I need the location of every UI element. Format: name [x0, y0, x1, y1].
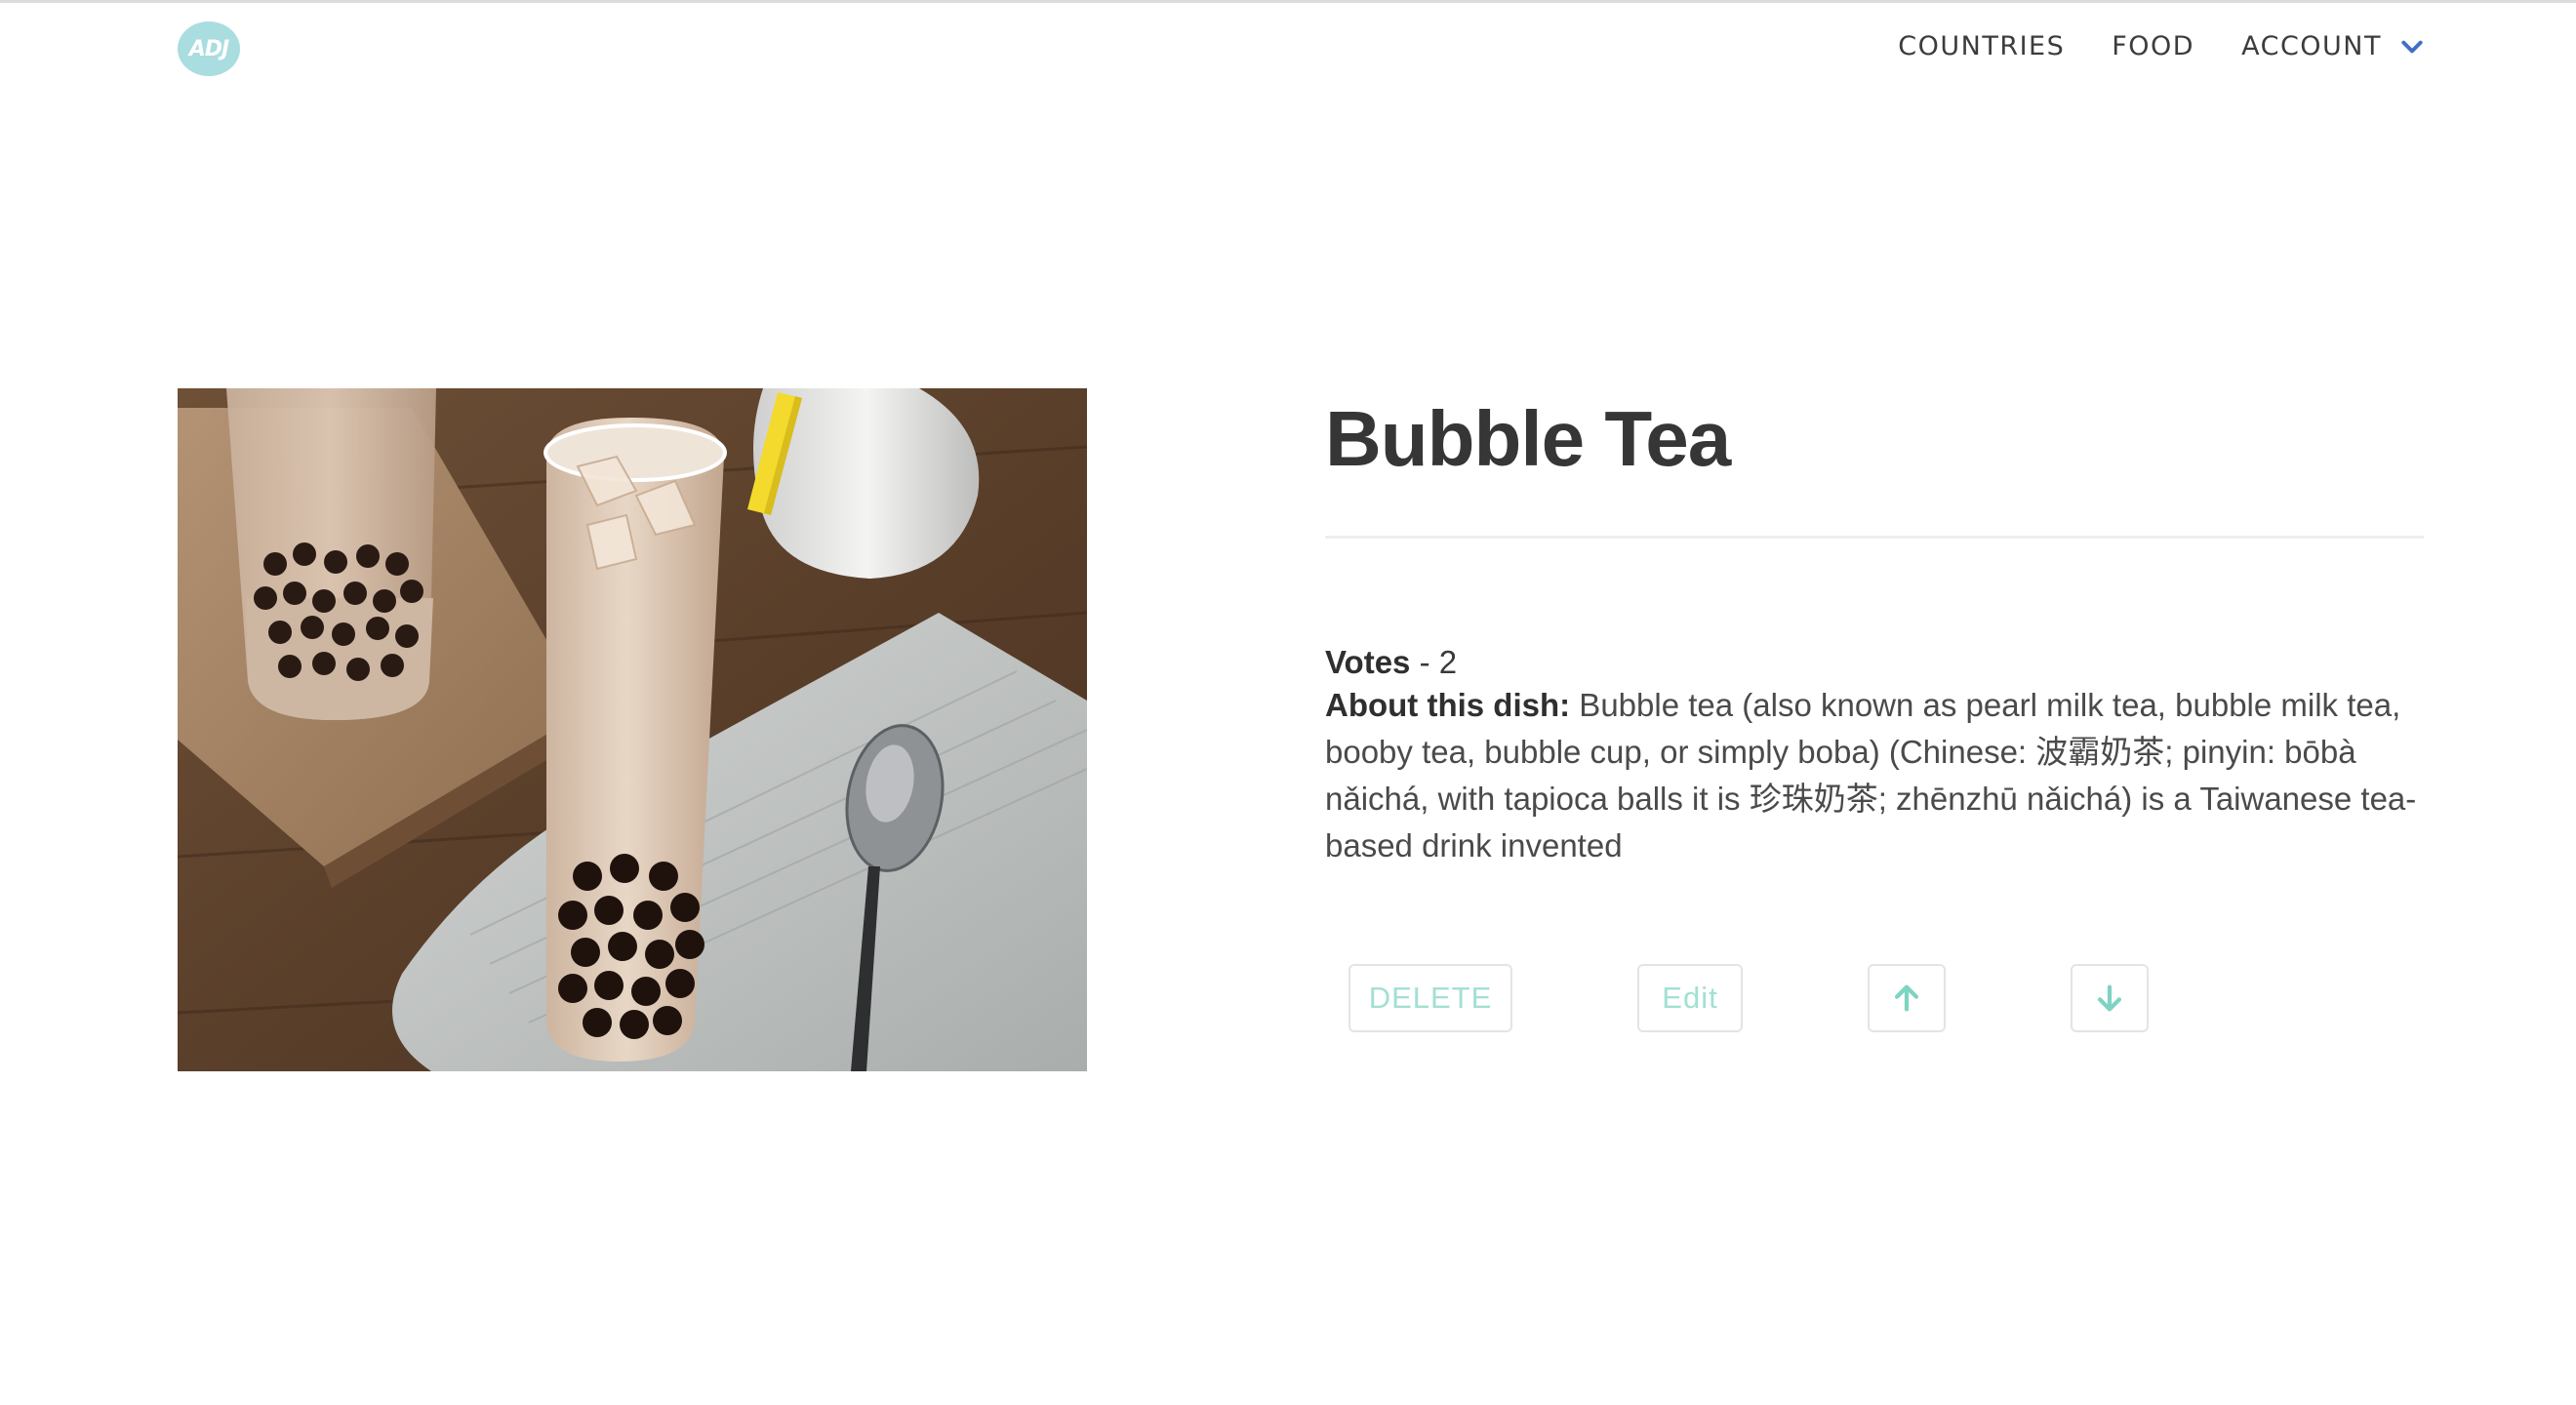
votes-line: Votes - 2 [1325, 639, 1457, 686]
downvote-button[interactable] [2071, 964, 2149, 1032]
edit-button[interactable]: Edit [1637, 964, 1743, 1032]
main-nav: COUNTRIES FOOD ACCOUNT [1898, 31, 2425, 61]
votes-label: Votes [1325, 644, 1411, 680]
votes-count: 2 [1438, 644, 1458, 680]
dish-description: About this dish: Bubble tea (also known … [1325, 682, 2428, 869]
dish-title: Bubble Tea [1325, 395, 1731, 482]
arrow-down-icon [2097, 984, 2122, 1012]
nav-item-food[interactable]: FOOD [2112, 31, 2194, 61]
nav-item-countries[interactable]: COUNTRIES [1898, 31, 2065, 61]
arrow-up-icon [1894, 984, 1919, 1012]
logo[interactable]: ADJ [178, 21, 240, 76]
delete-button[interactable]: DELETE [1348, 964, 1512, 1032]
nav-item-account[interactable]: ACCOUNT [2241, 31, 2425, 61]
upvote-button[interactable] [1868, 964, 1946, 1032]
nav-account-label: ACCOUNT [2241, 31, 2382, 61]
chevron-down-icon[interactable] [2399, 34, 2425, 60]
title-divider [1325, 536, 2424, 539]
dish-image [178, 388, 1087, 1071]
about-label: About this dish: [1325, 687, 1571, 723]
top-border [0, 0, 2576, 3]
votes-separator: - [1410, 644, 1439, 680]
logo-text: ADJ [188, 36, 229, 61]
